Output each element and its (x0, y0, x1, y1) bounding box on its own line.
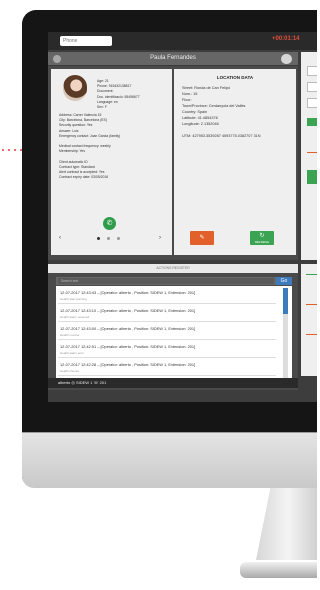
entry-subtitle: Health alarm received (60, 315, 90, 319)
side-status-block (307, 170, 317, 184)
phone-search-input[interactable]: Phone (60, 36, 112, 46)
monitor-chin (22, 432, 317, 488)
contact-line: Sex: F (97, 105, 107, 110)
side-line (306, 304, 317, 305)
avatar (63, 75, 87, 101)
register-search-input[interactable]: Search text (58, 278, 274, 284)
register-title: ACTIONS REGISTER (48, 264, 298, 273)
side-field[interactable] (307, 98, 317, 108)
chevron-left-icon: ‹ (59, 235, 61, 241)
page-dot[interactable] (107, 237, 110, 240)
entry-subtitle: Health checks (60, 369, 79, 373)
contact-window: Paula Fernandes Age: 21 Phone: 915432138… (48, 52, 298, 260)
entry-subtitle: Health alert warning (60, 297, 87, 301)
app-screen: Phone +00:01:14 Paula Fernandes Age: 21 … (48, 32, 317, 402)
register-scrollbar[interactable] (283, 288, 288, 380)
register-filter: Search text Go (56, 277, 292, 285)
entry-title: 12-07-2017 12:43:10 – [Operator: alberto… (60, 308, 196, 313)
refresh-icon: ↻ (259, 233, 265, 239)
next-page-button[interactable]: › (159, 235, 161, 241)
refresh-label: REFRESH (254, 240, 270, 244)
entry-subtitle: Health alarm sent (60, 351, 84, 355)
call-button[interactable]: ✆ (103, 217, 116, 230)
page-dot[interactable] (117, 237, 120, 240)
contact-name: Paula Fernandes (150, 55, 196, 61)
entry-title: 12-07-2017 12:42:51 – [Operator: alberto… (60, 344, 196, 349)
entry-subtitle: Health monitor (60, 333, 80, 337)
side-green-button[interactable] (307, 118, 317, 126)
scrollbar-thumb[interactable] (283, 288, 288, 314)
list-item[interactable]: 12-07-2017 12:43:00 – [Operator: alberto… (58, 324, 276, 340)
list-item[interactable]: 12-07-2017 12:43:43 – [Operator: alberto… (58, 288, 276, 304)
location-details: Street: Ronda de Can Felipó Num.: 15 Flo… (182, 85, 261, 139)
side-divider (307, 152, 317, 153)
side-panel-bottom (301, 264, 317, 376)
list-item[interactable]: 12-07-2017 12:43:10 – [Operator: alberto… (58, 306, 276, 322)
location-title: LOCATION DATA (216, 75, 254, 80)
edit-button[interactable]: ✎ (190, 231, 214, 245)
promo-stage: Phone +00:01:14 Paula Fernandes Age: 21 … (0, 0, 317, 590)
actions-register: ACTIONS REGISTER Search text Go 12-07-20… (48, 264, 298, 390)
register-list: 12-07-2017 12:43:43 – [Operator: alberto… (56, 286, 292, 386)
page-dot-active[interactable] (97, 237, 100, 240)
register-search-button[interactable]: Go (276, 277, 292, 285)
monitor-stand-neck (256, 488, 317, 560)
entry-title: 12-07-2017 12:43:00 – [Operator: alberto… (60, 326, 196, 331)
monitor-stand-base (240, 562, 317, 578)
chevron-right-icon: › (159, 235, 161, 241)
side-line (306, 274, 317, 275)
entry-title: 12-07-2017 12:42:28 – [Operator: alberto… (60, 362, 196, 367)
status-footer: alberto ◎ SIDEW 1 ☏ 201 (48, 378, 298, 388)
list-item[interactable]: 12-07-2017 12:42:28 – [Operator: alberto… (58, 360, 276, 376)
location-pane: LOCATION DATA Street: Ronda de Can Felip… (174, 69, 296, 255)
refresh-button[interactable]: ↻ REFRESH (250, 231, 274, 245)
side-line (306, 334, 317, 335)
previous-page-button[interactable]: ‹ (59, 235, 61, 241)
contact-summary: Age: 21 Phone: 915432138817 Document: Do… (97, 79, 140, 110)
side-field[interactable] (307, 66, 317, 76)
contact-pane: Age: 21 Phone: 915432138817 Document: Do… (51, 69, 172, 255)
contact-window-header: Paula Fernandes (48, 52, 298, 66)
call-timer: +00:01:14 (272, 36, 300, 42)
top-bar: Phone +00:01:14 (48, 32, 317, 50)
list-item[interactable]: 12-07-2017 12:42:51 – [Operator: alberto… (58, 342, 276, 358)
side-panel-top (301, 52, 317, 260)
pencil-icon: ✎ (199, 235, 205, 241)
contact-details: Address: Carrer Valencia 15 City: Barcel… (59, 113, 120, 181)
detail-line: Contract expiry date: 03/05/2016 (59, 175, 109, 180)
settings-toggle-button[interactable] (281, 54, 292, 64)
phone-icon: ✆ (106, 220, 113, 227)
detail-line: Emergency contact: Joan Garcia (family) (59, 133, 121, 138)
entry-title: 12-07-2017 12:43:43 – [Operator: alberto… (60, 290, 196, 295)
location-line: UTM: 427953.3539287 4593775.0382707 31N (182, 134, 261, 138)
side-field[interactable] (307, 82, 317, 92)
